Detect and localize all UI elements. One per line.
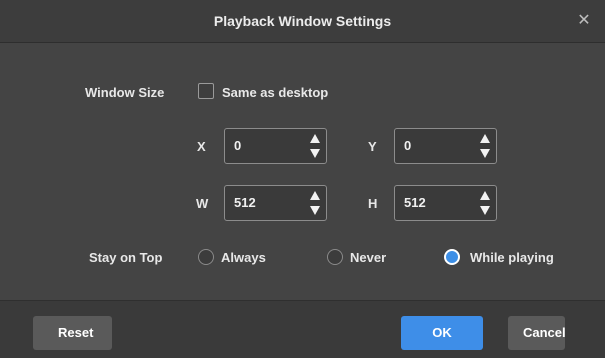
window-size-label: Window Size — [85, 85, 165, 100]
h-increment-icon[interactable] — [480, 191, 490, 200]
stay-on-top-label: Stay on Top — [89, 250, 163, 265]
h-decrement-icon[interactable] — [480, 206, 490, 215]
w-value[interactable]: 512 — [234, 186, 256, 220]
y-value[interactable]: 0 — [404, 129, 411, 163]
y-label: Y — [368, 139, 377, 154]
radio-while-playing-label[interactable]: While playing — [470, 250, 554, 265]
radio-always-label[interactable]: Always — [221, 250, 266, 265]
y-increment-icon[interactable] — [480, 134, 490, 143]
settings-body: Window Size Same as desktop X 0 Y 0 W 51… — [0, 43, 605, 300]
radio-never[interactable] — [327, 249, 343, 265]
same-as-desktop-label[interactable]: Same as desktop — [222, 85, 328, 100]
same-as-desktop-checkbox[interactable] — [198, 83, 214, 99]
radio-while-playing[interactable] — [444, 249, 460, 265]
x-increment-icon[interactable] — [310, 134, 320, 143]
w-label: W — [196, 196, 209, 211]
radio-never-label[interactable]: Never — [350, 250, 386, 265]
close-icon[interactable]: ✕ — [575, 12, 593, 30]
h-stepper[interactable]: 512 — [394, 185, 497, 221]
playback-window-settings-dialog: Playback Window Settings ✕ Window Size S… — [0, 0, 605, 358]
x-decrement-icon[interactable] — [310, 149, 320, 158]
h-label: H — [368, 196, 378, 211]
ok-button[interactable]: OK — [401, 316, 483, 350]
radio-always[interactable] — [198, 249, 214, 265]
title-bar: Playback Window Settings ✕ — [0, 0, 605, 43]
x-value[interactable]: 0 — [234, 129, 241, 163]
h-value[interactable]: 512 — [404, 186, 426, 220]
w-decrement-icon[interactable] — [310, 206, 320, 215]
w-increment-icon[interactable] — [310, 191, 320, 200]
cancel-button[interactable]: Cancel — [508, 316, 565, 350]
y-stepper[interactable]: 0 — [394, 128, 497, 164]
x-label: X — [197, 139, 206, 154]
x-stepper[interactable]: 0 — [224, 128, 327, 164]
w-stepper[interactable]: 512 — [224, 185, 327, 221]
y-decrement-icon[interactable] — [480, 149, 490, 158]
reset-button[interactable]: Reset — [33, 316, 112, 350]
dialog-title: Playback Window Settings — [213, 13, 392, 29]
